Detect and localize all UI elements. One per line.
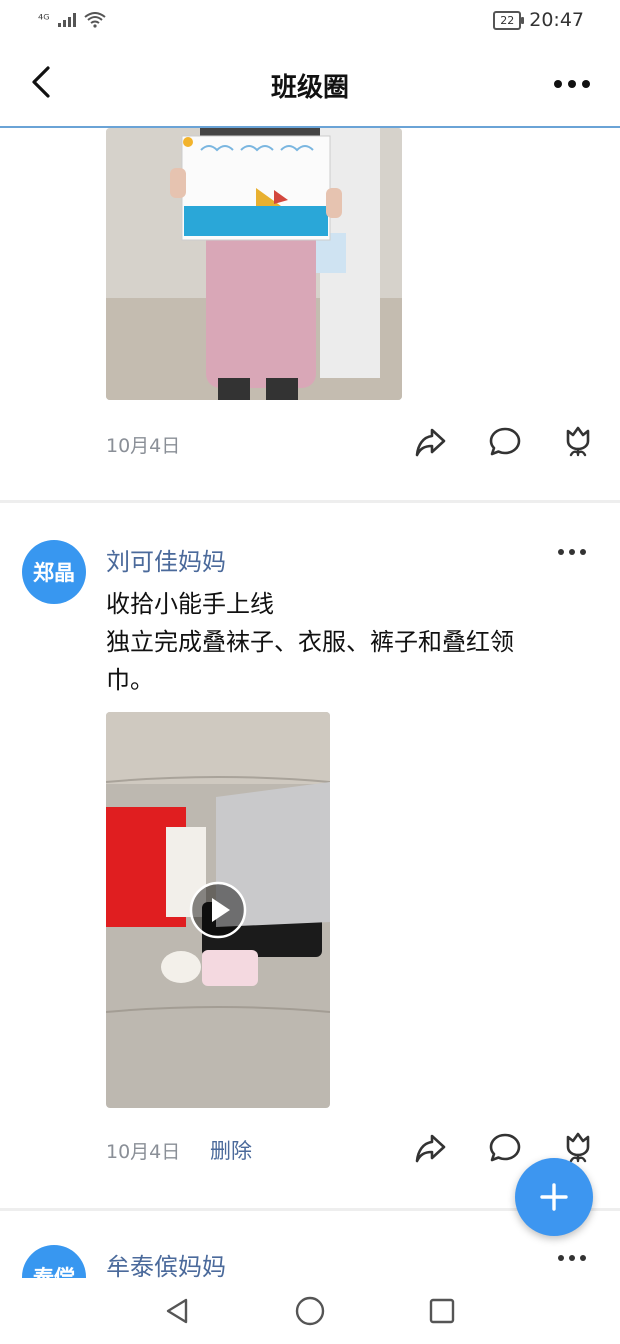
post-date: 10月4日 bbox=[106, 1141, 181, 1163]
post-more-icon[interactable] bbox=[556, 1251, 588, 1265]
wifi-icon bbox=[83, 12, 106, 28]
nav-recents-icon[interactable] bbox=[428, 1297, 456, 1325]
post-video[interactable] bbox=[106, 712, 330, 1108]
system-nav-bar bbox=[0, 1278, 620, 1344]
share-icon[interactable] bbox=[414, 1131, 448, 1165]
post-text-line: 收拾小能手上线 bbox=[106, 590, 274, 618]
nav-home-icon[interactable] bbox=[294, 1295, 326, 1327]
status-bar: ⁴ᴳ 22 20:47 bbox=[0, 0, 620, 44]
post-more-icon[interactable] bbox=[556, 545, 588, 559]
post-text: 收拾小能手上线 独立完成叠袜子、衣服、裤子和叠红领 巾。 bbox=[106, 585, 596, 699]
add-post-button[interactable] bbox=[515, 1158, 593, 1236]
signal-icon bbox=[57, 13, 76, 27]
post-date: 10月4日 bbox=[106, 435, 181, 457]
share-icon[interactable] bbox=[414, 425, 448, 459]
plus-icon bbox=[540, 1183, 568, 1211]
post-author[interactable]: 牟泰傧妈妈 bbox=[106, 1247, 226, 1278]
app-header: 班级圈 bbox=[0, 44, 620, 128]
post-text-line: 巾。 bbox=[106, 666, 154, 694]
comment-icon[interactable] bbox=[488, 1131, 522, 1165]
status-left: ⁴ᴳ bbox=[38, 12, 106, 28]
post-photo[interactable] bbox=[106, 128, 402, 400]
delete-button[interactable]: 删除 bbox=[210, 1135, 252, 1165]
battery-icon: 22 bbox=[493, 10, 525, 30]
post-divider bbox=[0, 500, 620, 503]
status-time: 20:47 bbox=[529, 9, 584, 31]
comment-icon[interactable] bbox=[488, 425, 522, 459]
post-text-line: 独立完成叠袜子、衣服、裤子和叠红领 bbox=[106, 628, 514, 656]
flower-like-icon[interactable] bbox=[560, 423, 596, 459]
child-drawing-photo bbox=[106, 128, 402, 400]
nav-back-icon[interactable] bbox=[162, 1296, 192, 1326]
avatar[interactable]: 泰偿 bbox=[22, 1245, 86, 1278]
more-options-icon[interactable] bbox=[552, 74, 592, 94]
status-right: 22 20:47 bbox=[493, 9, 584, 31]
avatar[interactable]: 郑晶 bbox=[22, 540, 86, 604]
page-title: 班级圈 bbox=[270, 73, 349, 103]
post-author[interactable]: 刘可佳妈妈 bbox=[106, 542, 226, 577]
signal-indicator: ⁴ᴳ bbox=[38, 12, 50, 28]
play-icon[interactable] bbox=[188, 880, 248, 940]
